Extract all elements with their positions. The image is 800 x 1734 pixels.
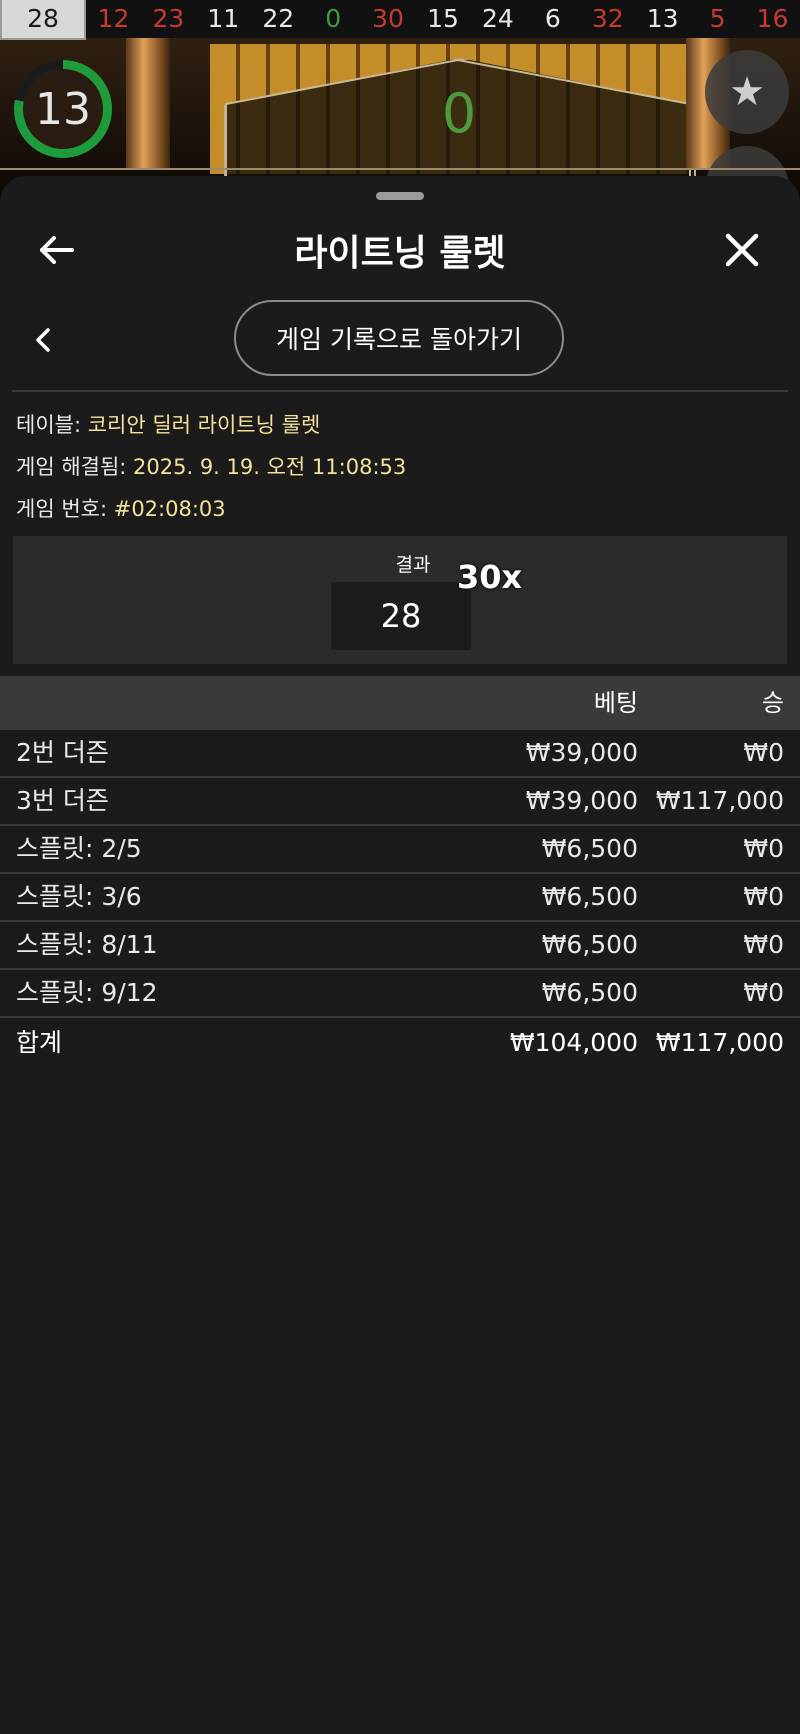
sheet-header: 라이트닝 룰렛 (0, 206, 800, 284)
back-to-history-button[interactable]: 게임 기록으로 돌아가기 (234, 300, 564, 376)
history-number: 30 (372, 4, 404, 33)
table-info-row: 테이블: 코리안 딜러 라이트닝 룰렛 (16, 404, 406, 446)
game-info: 테이블: 코리안 딜러 라이트닝 룰렛 게임 해결됨: 2025. 9. 19.… (16, 404, 406, 530)
bets-table: 베팅 승 2번 더즌 ₩39,000 ₩0 3번 더즌 ₩39,000 ₩117,000 스… (0, 676, 800, 1068)
total-row: 합계 ₩104,000 ₩117,000 (0, 1018, 800, 1068)
bet-amount: ₩39,000 (525, 738, 638, 767)
bet-amount: ₩6,500 (541, 882, 638, 911)
timer-value: 13 (23, 69, 103, 149)
bet-name: 스플릿: 2/5 (16, 834, 142, 863)
win-amount: ₩0 (743, 738, 784, 767)
bet-name: 3번 더즌 (16, 786, 109, 815)
column-header-bet: 베팅 (593, 689, 638, 717)
history-number: 12 (97, 4, 130, 33)
favorite-button[interactable]: ★ (705, 50, 789, 134)
table-row: 스플릿: 9/12 ₩6,500 ₩0 (0, 970, 800, 1018)
win-amount: ₩0 (743, 930, 784, 959)
history-number: 13 (646, 4, 679, 33)
table-header: 베팅 승 (0, 676, 800, 730)
history-number: 16 (756, 4, 789, 33)
history-number: 24 (482, 4, 514, 33)
bet-amount: ₩6,500 (541, 834, 638, 863)
history-number: 23 (152, 4, 185, 33)
close-icon[interactable] (714, 222, 770, 278)
table-row: 스플릿: 2/5 ₩6,500 ₩0 (0, 826, 800, 874)
game-number-value: #02:08:03 (113, 497, 226, 521)
lightning-multiplier: 30x (457, 558, 523, 596)
board-number: 0 (441, 82, 477, 145)
bet-amount: ₩6,500 (541, 978, 638, 1007)
history-number: 28 (0, 0, 86, 40)
history-number: 6 (544, 4, 561, 33)
resolved-value: 2025. 9. 19. 오전 11:08:53 (133, 455, 407, 479)
game-background: 28 12 23 11 22 0 30 15 24 6 32 13 5 16 0 13 ★ (0, 0, 800, 200)
table-row: 스플릿: 8/11 ₩6,500 ₩0 (0, 922, 800, 970)
bet-name: 스플릿: 8/11 (16, 930, 158, 959)
drag-handle[interactable] (376, 192, 424, 200)
table-label: 테이블: (16, 413, 88, 437)
game-number-label: 게임 번호: (16, 497, 114, 521)
chevron-left-icon[interactable] (24, 318, 64, 362)
total-win: ₩117,000 (655, 1028, 784, 1057)
win-amount: ₩0 (743, 882, 784, 911)
table-row: 스플릿: 3/6 ₩6,500 ₩0 (0, 874, 800, 922)
total-bet: ₩104,000 (509, 1028, 638, 1057)
history-number: 0 (325, 4, 342, 33)
total-label: 합계 (16, 1028, 63, 1057)
resolved-time-row: 게임 해결됨: 2025. 9. 19. 오전 11:08:53 (16, 446, 406, 488)
bet-name: 스플릿: 3/6 (16, 882, 142, 911)
back-arrow-icon[interactable] (30, 222, 86, 278)
win-amount: ₩0 (743, 978, 784, 1007)
bet-name: 스플릿: 9/12 (16, 978, 158, 1007)
game-number-row: 게임 번호: #02:08:03 (16, 488, 406, 530)
history-number: 11 (207, 4, 240, 33)
history-number: 32 (591, 4, 624, 33)
bet-amount: ₩6,500 (541, 930, 638, 959)
bet-name: 2번 더즌 (16, 738, 109, 767)
result-history-strip: 28 12 23 11 22 0 30 15 24 6 32 13 5 16 (0, 0, 800, 40)
page-title: 라이트닝 룰렛 (294, 233, 506, 274)
result-panel: 결과 28 30x (13, 536, 787, 664)
table-row: 3번 더즌 ₩39,000 ₩117,000 (0, 778, 800, 826)
win-amount: ₩0 (743, 834, 784, 863)
decor-pillar-left (126, 38, 170, 168)
countdown-timer: 13 (14, 60, 112, 158)
result-number: 28 (331, 582, 471, 650)
table-value: 코리안 딜러 라이트닝 룰렛 (87, 413, 321, 437)
table-row: 2번 더즌 ₩39,000 ₩0 (0, 730, 800, 778)
column-header-win: 승 (761, 689, 784, 717)
history-number: 15 (427, 4, 459, 33)
history-number: 22 (262, 4, 295, 33)
history-nav-row: 게임 기록으로 돌아가기 (0, 300, 800, 380)
win-amount: ₩117,000 (655, 786, 784, 815)
history-number: 5 (709, 4, 726, 33)
resolved-label: 게임 해결됨: (16, 455, 134, 479)
star-icon: ★ (729, 69, 765, 115)
bet-amount: ₩39,000 (525, 786, 638, 815)
history-detail-sheet: 라이트닝 룰렛 게임 기록으로 돌아가기 테이블: 코리안 딜러 라이트닝 룰렛… (0, 176, 800, 1734)
divider (12, 390, 788, 392)
